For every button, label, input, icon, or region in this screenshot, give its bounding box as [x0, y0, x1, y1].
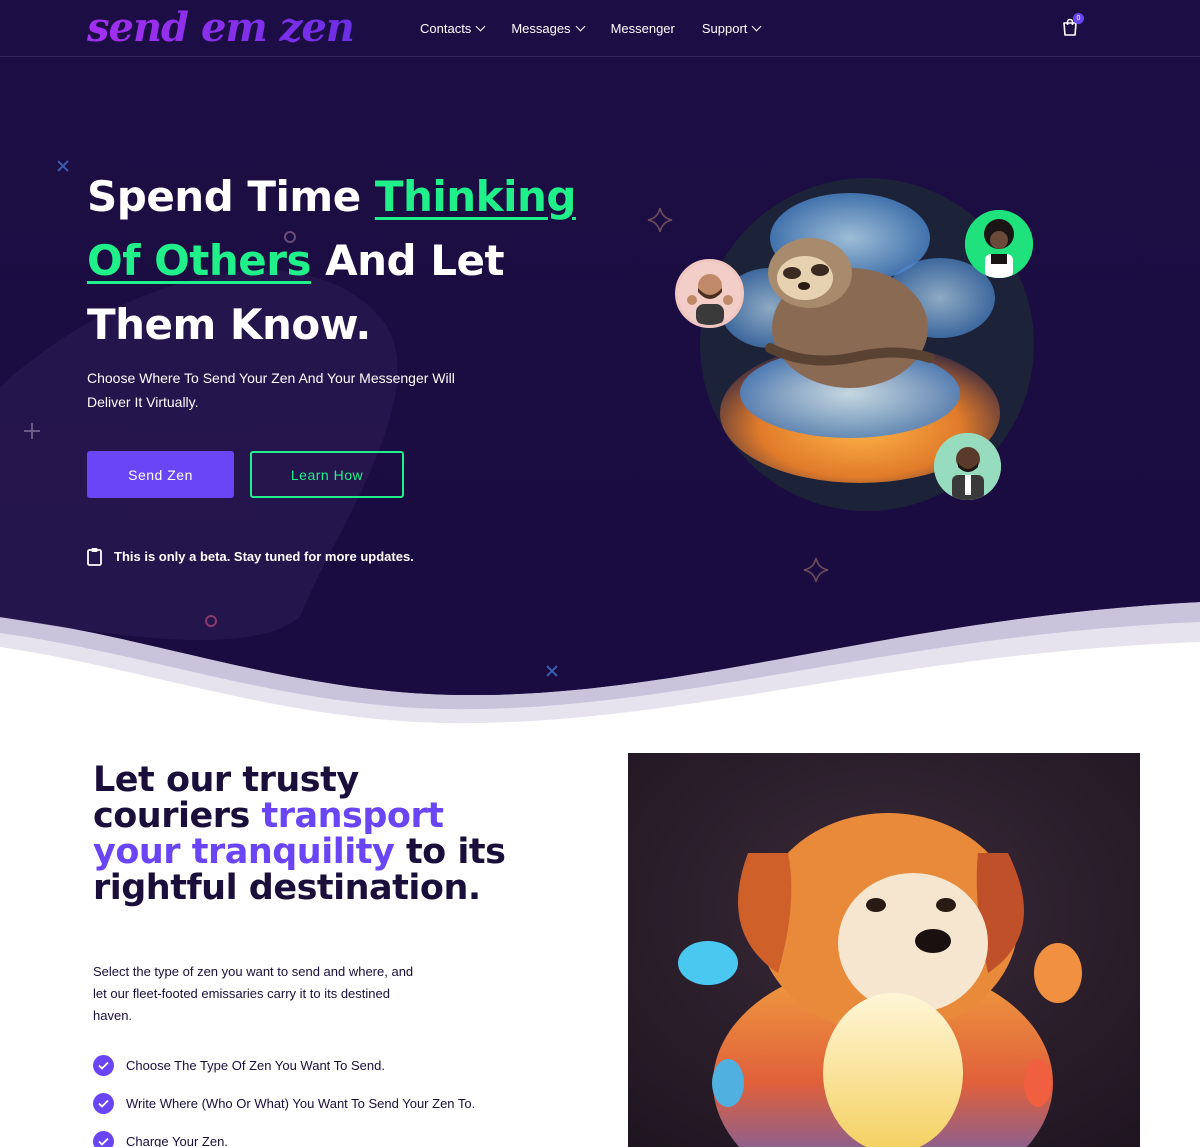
send-zen-button[interactable]: Send Zen	[87, 451, 234, 498]
hero-title-highlight: Thinking	[374, 172, 577, 221]
brand-logo[interactable]: send em zen	[87, 6, 355, 50]
check-icon	[93, 1130, 114, 1147]
hero-title: Spend Time Thinking Of Others And Let Th…	[87, 165, 607, 357]
list-item-label: Choose The Type Of Zen You Want To Send.	[126, 1057, 385, 1073]
chevron-down-icon	[475, 21, 486, 31]
cart-count-badge: 0	[1073, 13, 1084, 24]
chevron-down-icon	[751, 21, 762, 31]
chevron-down-icon	[575, 21, 586, 31]
nav-item-label: Contacts	[420, 20, 472, 36]
list-item: Choose The Type Of Zen You Want To Send.	[93, 1046, 475, 1084]
list-item-label: Write Where (Who Or What) You Want To Se…	[126, 1095, 476, 1111]
nav-item-label: Support	[701, 20, 748, 36]
list-item: Write Where (Who Or What) You Want To Se…	[93, 1084, 475, 1122]
avatar	[934, 433, 1001, 500]
learn-how-button[interactable]: Learn How	[250, 451, 404, 498]
list-item: Charge Your Zen.	[93, 1122, 475, 1147]
avatar	[965, 210, 1033, 278]
beta-notice: This is only a beta. Stay tuned for more…	[87, 547, 414, 566]
main-nav: Contacts Messages Messenger Support	[420, 19, 787, 37]
nav-item-messenger[interactable]: Messenger	[611, 19, 675, 37]
beta-notice-text: This is only a beta. Stay tuned for more…	[114, 549, 414, 564]
hero-title-text: Spend Time	[87, 172, 375, 221]
hero-title-highlight: Of Others	[87, 236, 311, 285]
section-description: Select the type of zen you want to send …	[93, 964, 414, 1023]
clipboard-icon	[87, 548, 102, 566]
nav-item-label: Messages	[511, 20, 571, 36]
steps-list: Choose The Type Of Zen You Want To Send.…	[93, 1046, 475, 1147]
nav-item-label: Messenger	[610, 20, 675, 36]
section-title: Let our trusty couriers transport your t…	[93, 762, 513, 906]
hero-subtitle: Choose Where To Send Your Zen And Your M…	[87, 370, 455, 410]
hero-section: Spend Time Thinking Of Others And Let Th…	[0, 57, 1200, 727]
dog-illustration	[628, 753, 1140, 1147]
site-header: send em zen Contacts Messages Messenger …	[0, 0, 1200, 57]
nav-item-contacts[interactable]: Contacts	[420, 19, 486, 37]
nav-item-messages[interactable]: Messages	[511, 19, 586, 37]
check-icon	[93, 1054, 114, 1076]
avatar	[675, 259, 744, 328]
check-icon	[93, 1092, 114, 1114]
nav-item-support[interactable]: Support	[701, 19, 762, 37]
list-item-label: Charge Your Zen.	[126, 1133, 228, 1147]
